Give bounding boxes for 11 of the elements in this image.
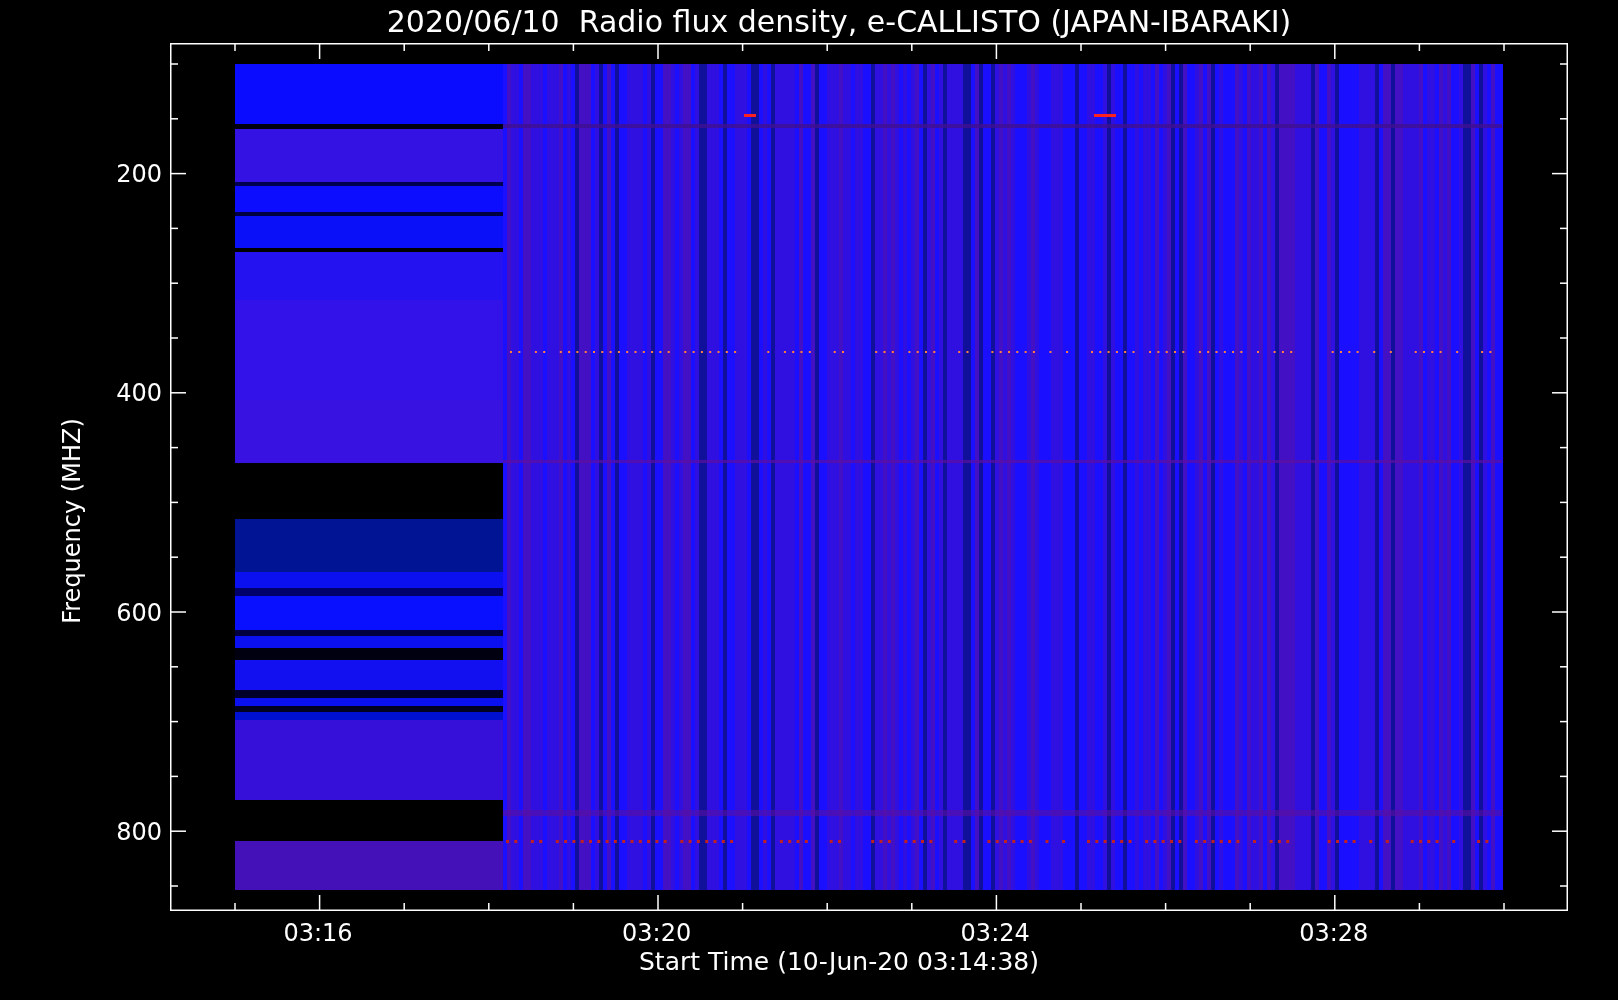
plot-title: 2020/06/10 Radio flux density, e-CALLISTO (JAPAN-IBARAKI)	[386, 6, 1292, 37]
x-tick-label: 03:24	[960, 921, 1030, 945]
x-tick-label: 03:28	[1299, 921, 1369, 945]
x-tick-label: 03:20	[622, 921, 692, 945]
y-tick-label: 800	[116, 819, 162, 844]
y-tick-label: 200	[116, 162, 162, 186]
y-axis-label: Frequency (MHZ)	[60, 418, 84, 624]
x-tick-label: 03:16	[283, 921, 353, 945]
y-tick-label: 400	[116, 381, 162, 406]
x-axis-label: Start Time (10-Jun-20 03:14:38)	[639, 949, 1039, 974]
y-tick-label: 600	[116, 600, 162, 625]
